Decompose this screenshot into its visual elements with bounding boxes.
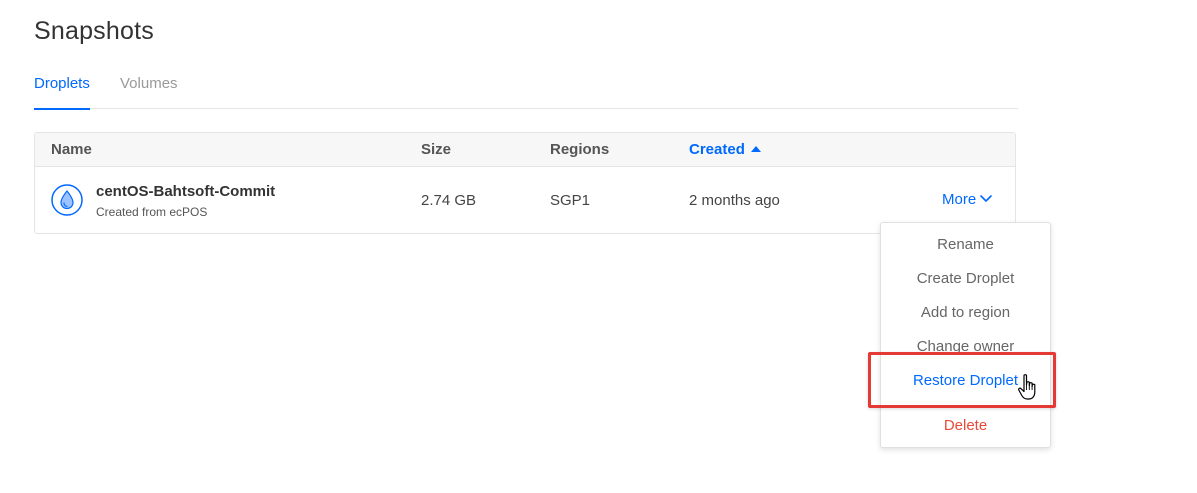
menu-item-change-owner[interactable]: Change owner [881,338,1050,355]
menu-item-add-to-region[interactable]: Add to region [881,304,1050,321]
tab-bar: Droplets Volumes [34,60,1018,110]
snapshots-table: Name Size Regions Created centOS-Bahtsof… [34,132,1016,234]
table-row: centOS-Bahtsoft-Commit Created from ecPO… [35,167,1015,233]
more-dropdown-menu: Rename Create Droplet Add to region Chan… [880,222,1051,448]
menu-item-delete[interactable]: Delete [881,417,1050,434]
menu-item-create-droplet[interactable]: Create Droplet [881,270,1050,287]
column-header-created[interactable]: Created [689,141,761,158]
menu-item-rename[interactable]: Rename [881,236,1050,253]
snapshot-source: Created from ecPOS [96,205,208,219]
snapshot-size: 2.74 GB [421,192,477,209]
column-header-created-label: Created [689,141,745,158]
column-header-regions[interactable]: Regions [550,141,609,158]
snapshot-created: 2 months ago [689,192,780,209]
chevron-down-icon [980,195,992,202]
more-button[interactable]: More [942,191,992,208]
tab-droplets[interactable]: Droplets [34,75,90,110]
snapshot-name: centOS-Bahtsoft-Commit [96,183,276,200]
droplet-icon [51,184,83,216]
page-title: Snapshots [34,17,154,45]
tab-volumes[interactable]: Volumes [120,75,178,92]
menu-divider [881,406,1050,407]
more-label: More [942,191,977,208]
table-header: Name Size Regions Created [35,133,1015,167]
column-header-size[interactable]: Size [421,141,451,158]
column-header-name[interactable]: Name [51,141,92,158]
sort-ascending-arrow-icon [750,146,761,152]
menu-item-restore-droplet[interactable]: Restore Droplet [881,372,1050,389]
snapshot-region: SGP1 [550,192,591,209]
